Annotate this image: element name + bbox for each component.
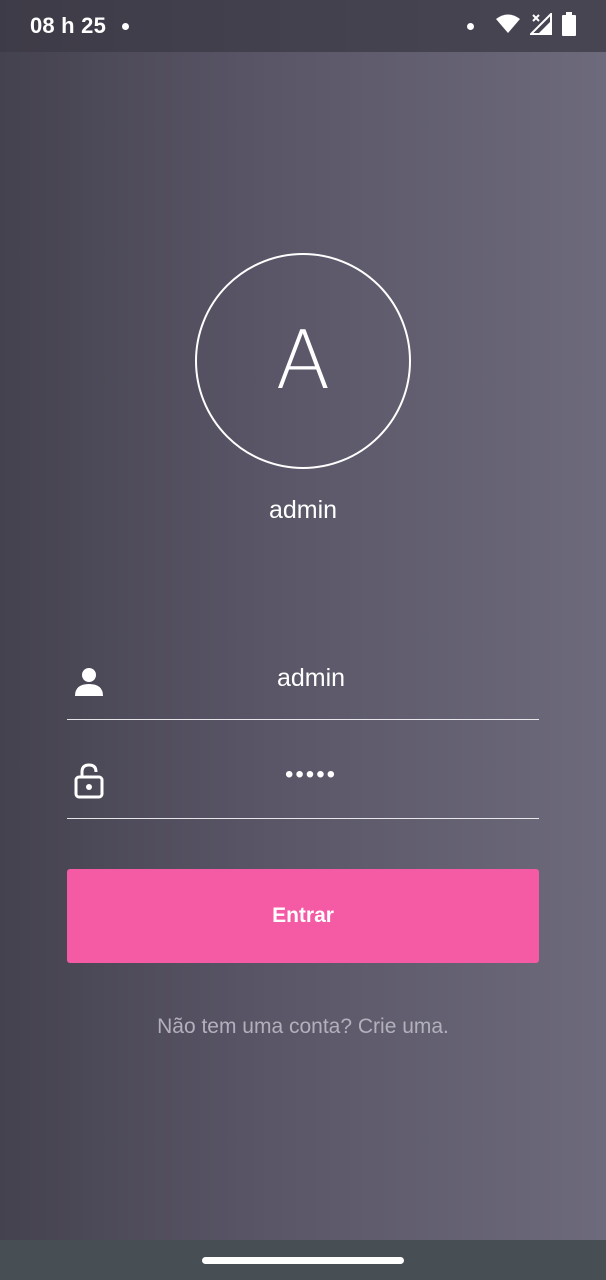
signup-link[interactable]: Não tem uma conta? Crie uma. [0, 1015, 606, 1039]
username-field[interactable]: admin [67, 660, 539, 720]
battery-icon [562, 11, 576, 41]
status-bar: 08 h 25 [0, 0, 606, 52]
avatar: A [195, 253, 411, 469]
home-indicator[interactable] [202, 1256, 404, 1264]
wifi-icon [496, 14, 520, 39]
status-time: 08 h 25 [30, 13, 107, 38]
navigation-bar [0, 1240, 606, 1280]
notification-dot-icon [122, 22, 130, 30]
signal-icon [528, 11, 552, 40]
status-dot-icon [467, 22, 474, 30]
password-field[interactable]: ••••• [67, 759, 539, 819]
login-button[interactable]: Entrar [67, 869, 539, 963]
status-icons [467, 11, 576, 41]
profile-name: admin [268, 496, 338, 524]
password-value: ••••• [284, 761, 337, 788]
username-value: admin [276, 664, 346, 692]
avatar-initial: A [275, 314, 331, 407]
